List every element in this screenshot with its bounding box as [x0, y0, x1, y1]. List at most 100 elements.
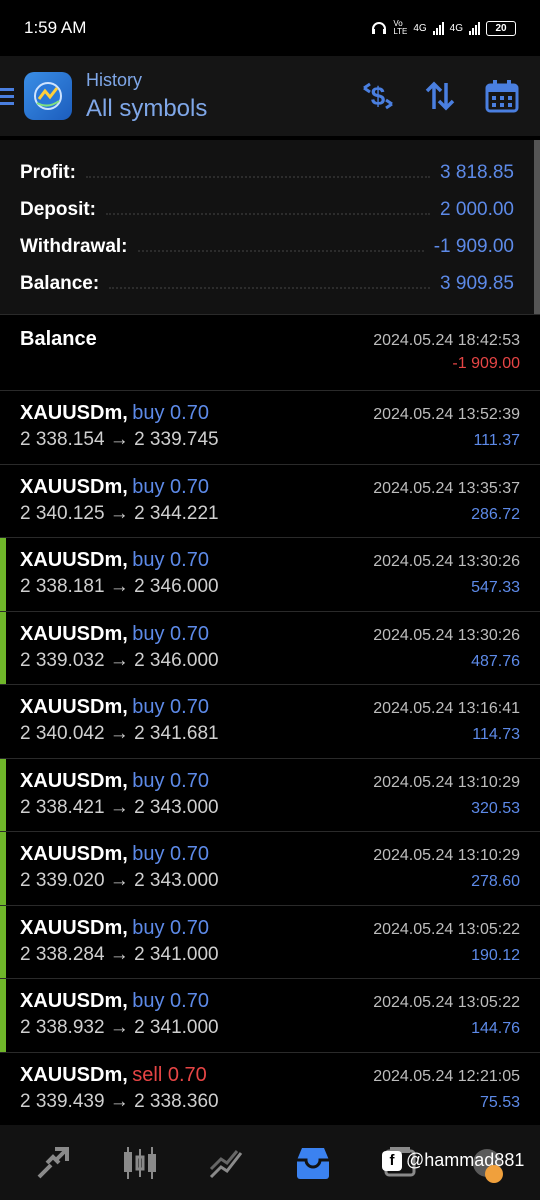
- chart-icon[interactable]: [116, 1139, 164, 1187]
- trade-prices: 2 339.439 → 2 338.360: [20, 1090, 219, 1112]
- dotted-leader: [109, 286, 431, 289]
- summary-profit-row: Profit: 3 818.85: [20, 154, 514, 191]
- trade-prices: 2 339.032 → 2 346.000: [20, 649, 219, 671]
- svg-text:$: $: [371, 81, 386, 111]
- summary-withdrawal-row: Withdrawal: -1 909.00: [20, 228, 514, 265]
- trade-title: XAUUSDm, buy 0.70: [20, 917, 209, 940]
- trade-row[interactable]: XAUUSDm, sell 0.70 2024.05.24 12:21:05 2 3…: [0, 1051, 540, 1126]
- trade-direction: buy 0.70: [132, 769, 209, 792]
- trade-row[interactable]: XAUUSDm, buy 0.70 2024.05.24 13:52:39 2 33…: [0, 390, 540, 464]
- trade-profit: 75.53: [479, 1093, 520, 1111]
- trade-symbol: XAUUSDm,: [20, 769, 128, 792]
- menu-icon[interactable]: [0, 87, 14, 105]
- volte-label: Vo LTE: [393, 19, 408, 36]
- trade-row[interactable]: XAUUSDm, buy 0.70 2024.05.24 13:10:29 2 33…: [0, 831, 540, 905]
- balance-entry-amount: -1 909.00: [452, 355, 520, 372]
- balance-label: Balance:: [20, 272, 100, 294]
- trade-prices: 2 338.154 → 2 339.745: [20, 429, 219, 450]
- trade-row[interactable]: XAUUSDm, buy 0.70 2024.05.24 13:05:22 2 33…: [0, 904, 540, 979]
- status-icons: Vo LTE 4G 4G 20: [371, 20, 516, 36]
- withdrawal-value: -1 909.00: [433, 235, 514, 257]
- trade-prices: 2 340.125 → 2 344.221: [20, 502, 219, 524]
- trade-time: 2024.05.24 13:05:22: [373, 994, 520, 1011]
- calendar-icon[interactable]: [482, 76, 522, 116]
- network-label-1: 4G: [413, 22, 427, 34]
- trade-direction: sell 0.70: [132, 1063, 207, 1086]
- dotted-leader: [137, 249, 424, 252]
- balance-entry-time: 2024.05.24 18:42:53: [373, 332, 520, 349]
- trade-title: XAUUSDm, buy 0.70: [20, 770, 209, 793]
- trade-symbol: XAUUSDm,: [20, 549, 128, 571]
- header-titles: History All symbols: [86, 70, 358, 123]
- trade-prices: 2 338.181 → 2 346.000: [20, 576, 219, 597]
- trade-profit: 190.12: [471, 946, 520, 964]
- dotted-leader: [85, 175, 431, 178]
- trade-title: XAUUSDm, buy 0.70: [20, 476, 209, 499]
- app-logo-icon[interactable]: [24, 72, 72, 120]
- header-subtitle: History: [86, 69, 143, 90]
- trade-row[interactable]: XAUUSDm, buy 0.70 2024.05.24 13:30:26 2 33…: [0, 610, 540, 685]
- trade-title: XAUUSDm, buy 0.70: [20, 402, 209, 425]
- trade-row[interactable]: XAUUSDm, buy 0.70 2024.05.24 13:16:41 2 34…: [0, 684, 540, 758]
- trade-profit: 111.37: [473, 432, 520, 449]
- trade-direction: buy 0.70: [132, 696, 209, 718]
- headphones-icon: [372, 22, 387, 34]
- trade-profit: 547.33: [471, 579, 520, 596]
- trade-row[interactable]: XAUUSDm, buy 0.70 2024.05.24 13:30:26 2 33…: [0, 537, 540, 611]
- sort-icon[interactable]: [420, 76, 460, 116]
- signal-icon: [432, 21, 444, 35]
- divider: [0, 314, 540, 315]
- trade-title: XAUUSDm, buy 0.70: [20, 549, 209, 572]
- trade-time: 2024.05.24 13:10:29: [373, 847, 520, 864]
- trade-direction: buy 0.70: [132, 622, 209, 645]
- trade-time: 2024.05.24 13:52:39: [373, 406, 520, 423]
- trade-title: XAUUSDm, buy 0.70: [20, 990, 209, 1013]
- trade-prices: 2 338.932 → 2 341.000: [20, 1017, 219, 1038]
- trade-time: 2024.05.24 13:16:41: [373, 700, 520, 717]
- header-title[interactable]: All symbols: [86, 95, 358, 123]
- trade-title: XAUUSDm, buy 0.70: [20, 696, 209, 719]
- trade-symbol: XAUUSDm,: [20, 990, 128, 1012]
- balance-entry-title: Balance: [20, 328, 97, 350]
- trade-time: 2024.05.24 13:05:22: [373, 920, 520, 938]
- trade-list: XAUUSDm, buy 0.70 2024.05.24 13:52:39 2 33…: [0, 390, 540, 1125]
- trade-symbol: XAUUSDm,: [20, 916, 128, 939]
- trade-symbol: XAUUSDm,: [20, 696, 128, 718]
- deposit-value: 2 000.00: [440, 198, 514, 220]
- trade-symbol: XAUUSDm,: [20, 622, 128, 645]
- trade-icon[interactable]: [203, 1139, 251, 1187]
- trade-prices: 2 338.421 → 2 343.000: [20, 796, 219, 818]
- trade-profit: 144.76: [471, 1020, 520, 1037]
- balance-entry-row[interactable]: Balance 2024.05.24 18:42:53 -1 909.00: [0, 316, 540, 389]
- history-icon[interactable]: [289, 1139, 337, 1187]
- trade-symbol: XAUUSDm,: [20, 475, 128, 498]
- trade-direction: buy 0.70: [132, 475, 209, 498]
- withdrawal-label: Withdrawal:: [20, 235, 128, 257]
- watermark: f @hammad881: [382, 1150, 524, 1171]
- trade-time: 2024.05.24 12:21:05: [373, 1067, 520, 1085]
- summary-balance-row: Balance: 3 909.85: [20, 265, 514, 302]
- trade-profit: 114.73: [472, 726, 520, 743]
- trade-time: 2024.05.24 13:30:26: [373, 553, 520, 570]
- app-header: History All symbols $: [0, 56, 540, 136]
- trade-title: XAUUSDm, buy 0.70: [20, 623, 209, 646]
- trade-direction: buy 0.70: [132, 402, 209, 424]
- balance-value: 3 909.85: [440, 272, 514, 294]
- quotes-icon[interactable]: [29, 1139, 77, 1187]
- trade-prices: 2 339.020 → 2 343.000: [20, 870, 219, 891]
- trade-profit: 286.72: [471, 505, 520, 523]
- trade-row[interactable]: XAUUSDm, buy 0.70 2024.05.24 13:35:37 2 34…: [0, 463, 540, 538]
- trade-direction: buy 0.70: [132, 549, 209, 571]
- trade-row[interactable]: XAUUSDm, buy 0.70 2024.05.24 13:05:22 2 33…: [0, 978, 540, 1052]
- trade-direction: buy 0.70: [132, 916, 209, 939]
- trade-symbol: XAUUSDm,: [20, 843, 128, 865]
- trade-row[interactable]: XAUUSDm, buy 0.70 2024.05.24 13:10:29 2 33…: [0, 757, 540, 832]
- trade-title: XAUUSDm, sell 0.70: [20, 1064, 207, 1087]
- dollar-swap-icon[interactable]: $: [358, 76, 398, 116]
- facebook-icon: f: [382, 1150, 402, 1171]
- trade-prices: 2 340.042 → 2 341.681: [20, 723, 219, 744]
- profit-label: Profit:: [20, 161, 76, 183]
- trade-symbol: XAUUSDm,: [20, 402, 128, 424]
- trade-time: 2024.05.24 13:30:26: [373, 626, 520, 644]
- trade-title: XAUUSDm, buy 0.70: [20, 843, 209, 866]
